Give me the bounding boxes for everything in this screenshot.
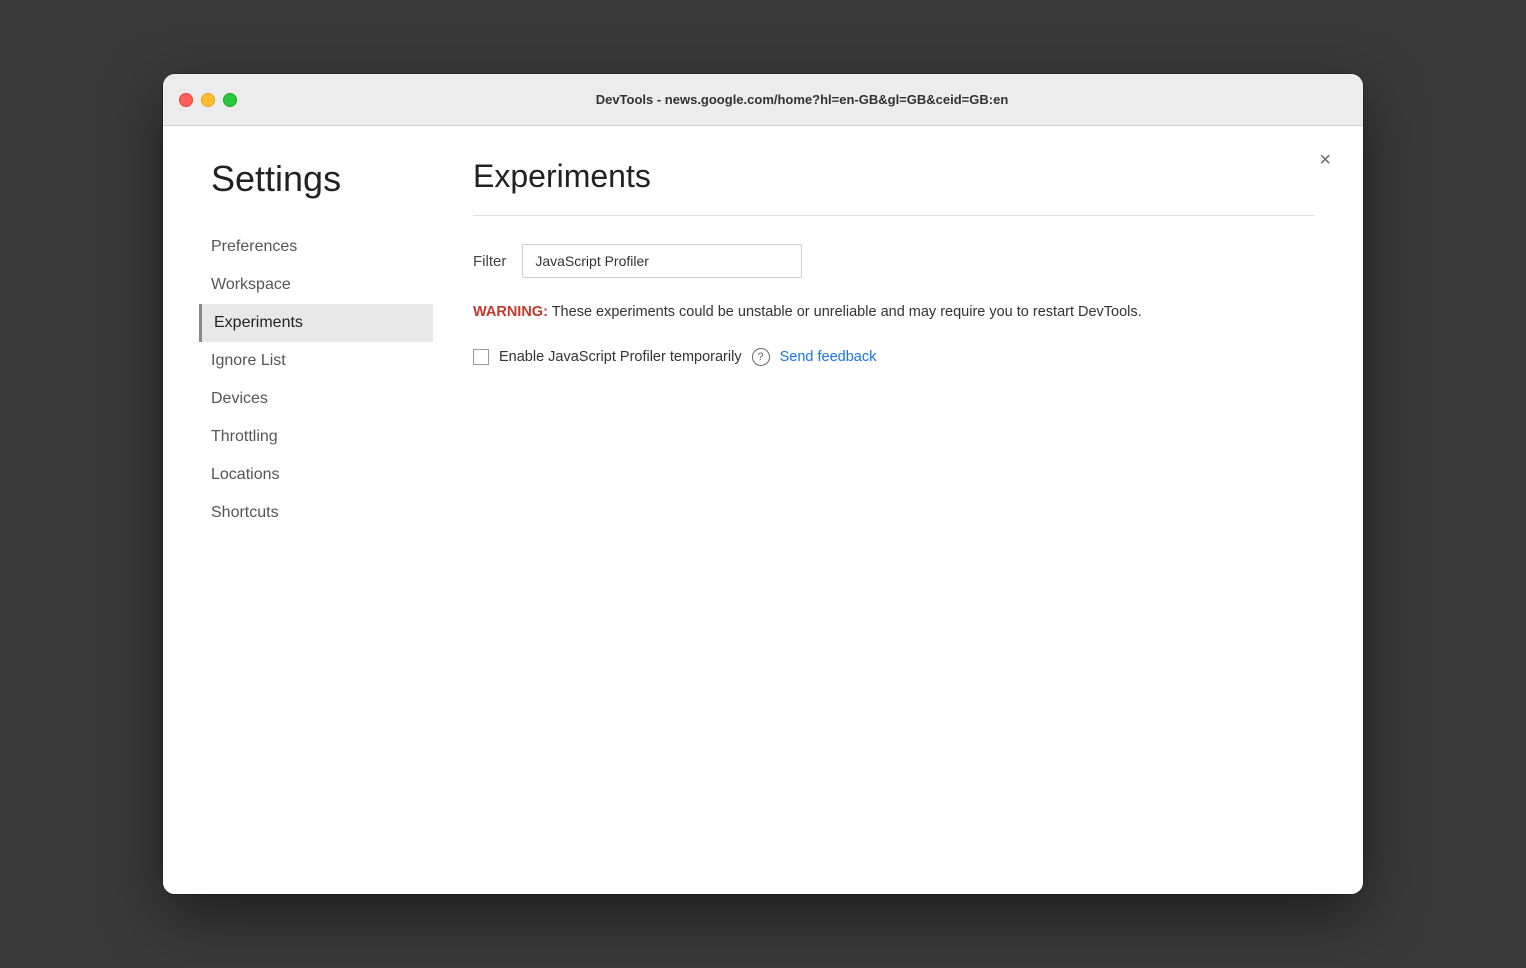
help-icon[interactable]: ? xyxy=(752,348,770,366)
sidebar-item-ignore-list[interactable]: Ignore List xyxy=(211,342,433,380)
sidebar-item-devices[interactable]: Devices xyxy=(211,380,433,418)
sidebar-item-shortcuts[interactable]: Shortcuts xyxy=(211,494,433,532)
section-title: Experiments xyxy=(473,158,1315,195)
browser-window: DevTools - news.google.com/home?hl=en-GB… xyxy=(163,74,1363,894)
content-area: Settings Preferences Workspace Experimen… xyxy=(163,126,1363,894)
experiment-row: Enable JavaScript Profiler temporarily ?… xyxy=(473,348,1315,366)
warning-box: WARNING: These experiments could be unst… xyxy=(473,302,1193,324)
close-traffic-light[interactable] xyxy=(179,93,193,107)
main-content: × Experiments Filter WARNING: These expe… xyxy=(433,126,1363,894)
warning-text: These experiments could be unstable or u… xyxy=(552,304,1142,320)
sidebar-nav: Preferences Workspace Experiments Ignore… xyxy=(211,228,433,532)
experiment-checkbox[interactable] xyxy=(473,349,489,365)
section-divider xyxy=(473,215,1315,216)
maximize-traffic-light[interactable] xyxy=(223,93,237,107)
minimize-traffic-light[interactable] xyxy=(201,93,215,107)
sidebar-item-experiments[interactable]: Experiments xyxy=(199,304,433,342)
filter-input[interactable] xyxy=(522,244,802,278)
send-feedback-link[interactable]: Send feedback xyxy=(780,349,877,365)
sidebar-item-locations[interactable]: Locations xyxy=(211,456,433,494)
sidebar-item-throttling[interactable]: Throttling xyxy=(211,418,433,456)
warning-label: WARNING: xyxy=(473,304,548,320)
settings-dialog: Settings Preferences Workspace Experimen… xyxy=(163,126,1363,894)
close-button[interactable]: × xyxy=(1315,146,1335,174)
sidebar-item-preferences[interactable]: Preferences xyxy=(211,228,433,266)
filter-label: Filter xyxy=(473,253,506,270)
sidebar-item-workspace[interactable]: Workspace xyxy=(211,266,433,304)
browser-title: DevTools - news.google.com/home?hl=en-GB… xyxy=(257,92,1347,107)
sidebar: Settings Preferences Workspace Experimen… xyxy=(163,126,433,894)
title-bar: DevTools - news.google.com/home?hl=en-GB… xyxy=(163,74,1363,126)
settings-title: Settings xyxy=(211,158,433,200)
experiment-label: Enable JavaScript Profiler temporarily xyxy=(499,349,742,365)
traffic-lights xyxy=(179,93,237,107)
filter-row: Filter xyxy=(473,244,1315,278)
